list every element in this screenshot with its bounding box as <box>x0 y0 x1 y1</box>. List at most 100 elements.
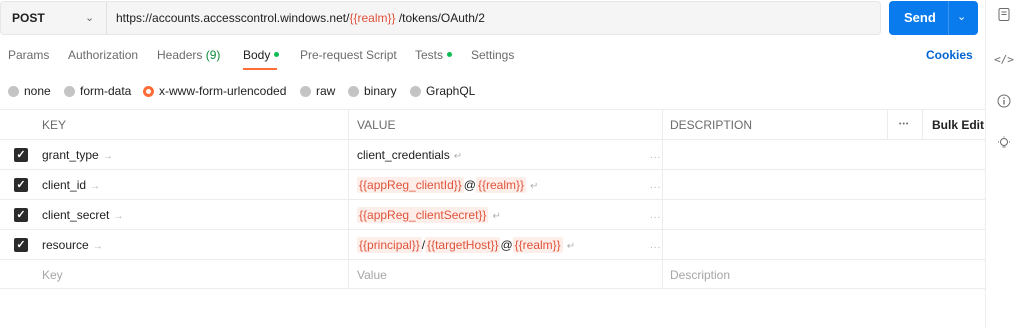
code-icon[interactable]: </> <box>986 49 1021 69</box>
body-mode-raw[interactable]: raw <box>300 84 335 98</box>
bulk-edit-button[interactable]: Bulk Edit <box>932 118 984 132</box>
table-row-new: Key Value Description <box>0 259 985 289</box>
tab-label: Pre-request Script <box>300 48 397 62</box>
param-description[interactable] <box>670 148 870 162</box>
url-bar: POST ⌄ https://accounts.accesscontrol.wi… <box>0 1 881 35</box>
info-icon[interactable] <box>986 91 1021 111</box>
param-description[interactable] <box>670 178 870 192</box>
body-mode-none[interactable]: none <box>8 84 51 98</box>
column-divider <box>348 170 349 199</box>
expand-ellipsis-icon[interactable]: ... <box>650 210 661 221</box>
key-header: KEY <box>42 118 67 132</box>
tab-label: Params <box>8 48 50 62</box>
param-key[interactable]: client_secret → <box>42 208 123 222</box>
value-variable: {{realm}} <box>512 237 563 253</box>
body-mode-graphql[interactable]: GraphQL <box>410 84 475 98</box>
arrow-right-icon: → <box>92 241 103 252</box>
param-key-text: client_secret <box>42 208 110 222</box>
radio-icon[interactable] <box>300 85 311 97</box>
column-divider <box>348 110 349 139</box>
tab-label: Authorization <box>68 48 139 62</box>
param-key[interactable]: resource → <box>42 238 103 252</box>
body-mode-binary[interactable]: binary <box>348 84 397 98</box>
param-description[interactable] <box>670 238 870 252</box>
radio-icon[interactable] <box>348 85 359 97</box>
param-value[interactable]: {{appReg_clientId}} @ {{realm}} ↵ <box>357 177 539 193</box>
value-variable: {{targetHost}} <box>425 237 501 253</box>
send-options-chevron-icon[interactable]: ⌄ <box>957 10 966 23</box>
new-value-input[interactable]: Value <box>357 268 387 282</box>
url-input[interactable]: https://accounts.accesscontrol.windows.n… <box>116 11 485 25</box>
radio-icon[interactable] <box>410 85 421 97</box>
tab-label: Body <box>243 48 271 62</box>
param-description[interactable] <box>670 208 870 222</box>
body-mode-form-data[interactable]: form-data <box>64 84 131 98</box>
param-value[interactable]: client_credentials ↵ <box>357 148 462 162</box>
more-options-icon[interactable]: ••• <box>899 121 909 128</box>
chevron-down-icon: ⌄ <box>85 12 95 24</box>
send-label: Send <box>904 10 936 25</box>
row-checkbox[interactable]: ✓ <box>14 178 28 192</box>
column-divider <box>348 230 349 259</box>
arrow-right-icon: → <box>90 181 101 192</box>
tab-tests[interactable]: Tests <box>415 48 453 62</box>
url-variable: {{realm}} <box>349 11 396 25</box>
request-editor: POST ⌄ https://accounts.accesscontrol.wi… <box>0 0 985 328</box>
row-checkbox[interactable]: ✓ <box>14 238 28 252</box>
status-dot-icon <box>274 52 280 58</box>
expand-ellipsis-icon[interactable]: ... <box>650 240 661 251</box>
radio-icon[interactable] <box>8 85 19 97</box>
column-divider <box>662 170 663 199</box>
method-select[interactable]: POST ⌄ <box>1 2 107 34</box>
documentation-icon[interactable] <box>986 4 1021 24</box>
value-text: @ <box>463 178 476 192</box>
lightbulb-icon[interactable] <box>986 133 1021 153</box>
param-value[interactable]: {{appReg_clientSecret}} ↵ <box>357 207 501 223</box>
tab-pre-request-script[interactable]: Pre-request Script <box>300 48 397 62</box>
param-value[interactable]: {{principal}} / {{targetHost}} @ {{realm}} ↵ <box>357 237 575 253</box>
value-text: @ <box>500 238 513 252</box>
table-header: KEY VALUE DESCRIPTION ••• Bulk Edit <box>0 109 985 139</box>
send-divider <box>948 1 949 35</box>
return-icon: ↵ <box>530 181 539 192</box>
column-divider <box>662 140 663 169</box>
column-divider <box>348 260 349 288</box>
status-dot-icon <box>447 52 453 58</box>
param-key[interactable]: client_id → <box>42 178 100 192</box>
param-key-text: resource <box>42 238 89 252</box>
tab-body[interactable]: Body <box>243 48 280 62</box>
column-divider <box>662 260 663 288</box>
table-row: ✓ client_id → {{appReg_clientId}} @ {{realm}}… <box>0 169 985 199</box>
param-key-text: client_id <box>42 178 87 192</box>
cookies-link[interactable]: Cookies <box>926 48 973 62</box>
radio-icon[interactable] <box>143 85 154 97</box>
value-variable: {{appReg_clientId}} <box>357 177 464 193</box>
return-icon: ↵ <box>453 151 463 162</box>
value-header: VALUE <box>357 118 396 132</box>
tab-authorization[interactable]: Authorization <box>68 48 138 62</box>
tab-params[interactable]: Params <box>8 48 49 62</box>
new-key-input[interactable]: Key <box>42 268 63 282</box>
body-mode-x-www-form-urlencoded[interactable]: x-www-form-urlencoded <box>143 84 286 98</box>
param-key[interactable]: grant_type → <box>42 148 113 162</box>
send-button[interactable]: Send ⌄ <box>889 1 978 35</box>
table-row: ✓ resource → {{principal}} / {{targetHost}} @{… <box>0 229 985 259</box>
column-divider <box>922 110 923 139</box>
column-divider <box>662 200 663 229</box>
tab-count-badge: (9) <box>205 48 221 62</box>
right-sidebar: </> <box>985 0 1021 328</box>
row-checkbox[interactable]: ✓ <box>14 208 28 222</box>
arrow-right-icon: → <box>113 211 124 222</box>
method-label: POST <box>12 11 45 25</box>
tab-label: Tests <box>415 48 444 62</box>
tab-label: Settings <box>471 48 515 62</box>
tab-headers[interactable]: Headers (9) <box>157 48 220 62</box>
value-variable: {{principal}} <box>357 237 422 253</box>
new-description-input[interactable]: Description <box>670 268 730 282</box>
description-header: DESCRIPTION <box>670 118 753 132</box>
row-checkbox[interactable]: ✓ <box>14 148 28 162</box>
tab-settings[interactable]: Settings <box>471 48 514 62</box>
expand-ellipsis-icon[interactable]: ... <box>650 150 661 161</box>
radio-icon[interactable] <box>64 85 75 97</box>
expand-ellipsis-icon[interactable]: ... <box>650 180 661 191</box>
